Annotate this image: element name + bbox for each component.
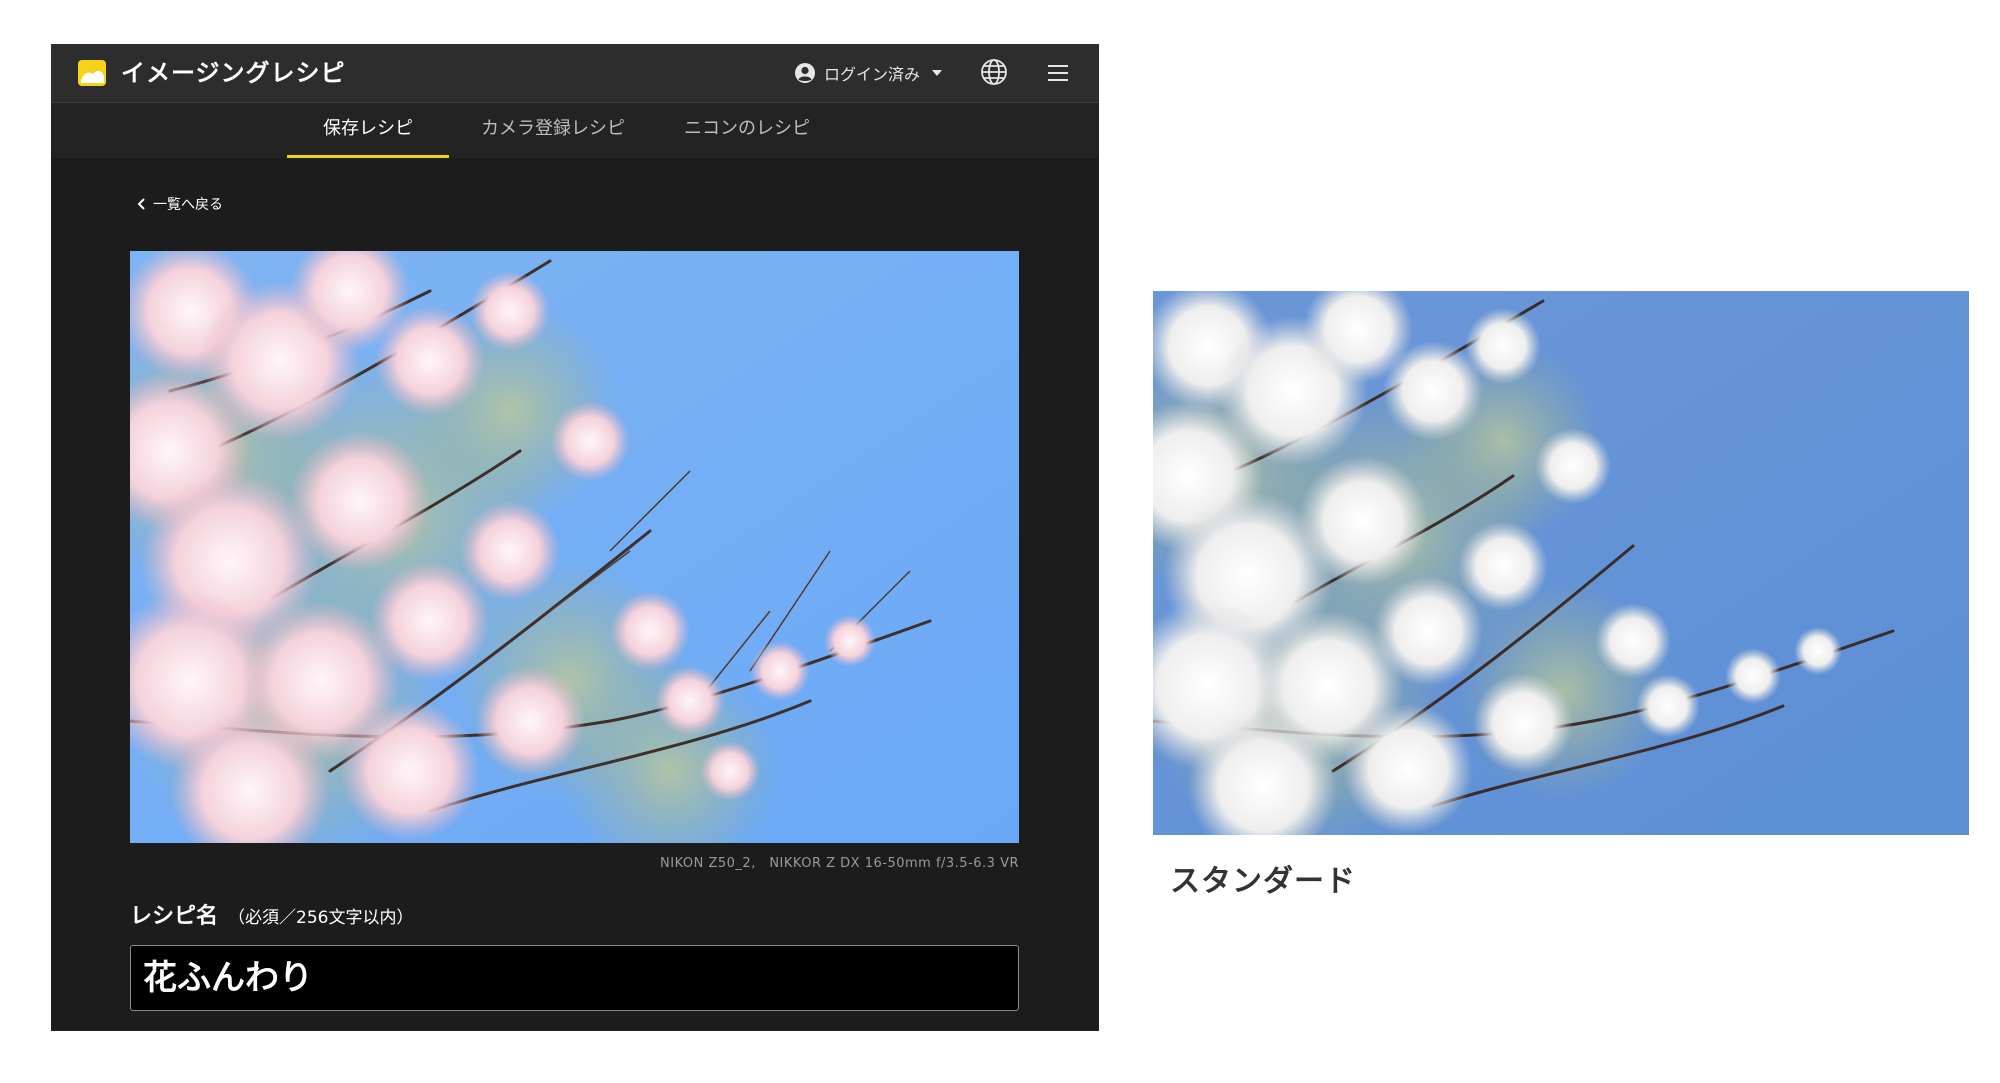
recipe-name-label-text: レシピ名 <box>130 904 219 929</box>
tab-saved-recipes[interactable]: 保存レシピ <box>287 103 449 158</box>
tab-camera-registered-recipes[interactable]: カメラ登録レシピ <box>459 103 647 158</box>
chevron-left-icon <box>137 198 145 210</box>
account-circle-icon <box>795 63 815 83</box>
comparison-caption: スタンダード <box>1170 864 1356 899</box>
account-menu-button[interactable]: ログイン済み <box>794 59 943 87</box>
top-bar: イメージングレシピ ログイン済み <box>51 44 1099 103</box>
app-title[interactable]: イメージングレシピ <box>121 55 346 91</box>
caret-down-icon <box>932 70 943 76</box>
back-link-label: 一覧へ戻る <box>153 197 223 213</box>
cherry-blossom-standard-image <box>1153 291 1969 835</box>
globe-icon[interactable] <box>979 57 1009 87</box>
tab-bar: 保存レシピ カメラ登録レシピ ニコンのレシピ <box>51 103 1099 158</box>
tab-nikon-recipes[interactable]: ニコンのレシピ <box>667 103 827 158</box>
back-to-list-link[interactable]: 一覧へ戻る <box>135 194 223 214</box>
app-window: イメージングレシピ ログイン済み 保存レシピ カメラ登録レシピ ニコンのレシピ … <box>51 44 1099 1031</box>
recipe-photo <box>130 251 1019 843</box>
recipe-name-input[interactable]: 花ふんわり <box>130 945 1019 1011</box>
recipe-name-note: （必須／256文字以内） <box>228 908 414 928</box>
hamburger-menu-icon[interactable] <box>1046 61 1070 85</box>
recipe-name-label: レシピ名 （必須／256文字以内） <box>130 898 413 930</box>
cherry-blossom-image <box>130 251 1019 843</box>
app-logo-icon[interactable] <box>77 59 107 87</box>
photo-camera-info: NIKON Z50_2, NIKKOR Z DX 16-50mm f/3.5-6… <box>660 856 1019 871</box>
account-label: ログイン済み <box>824 65 921 84</box>
comparison-photo <box>1153 291 1969 835</box>
